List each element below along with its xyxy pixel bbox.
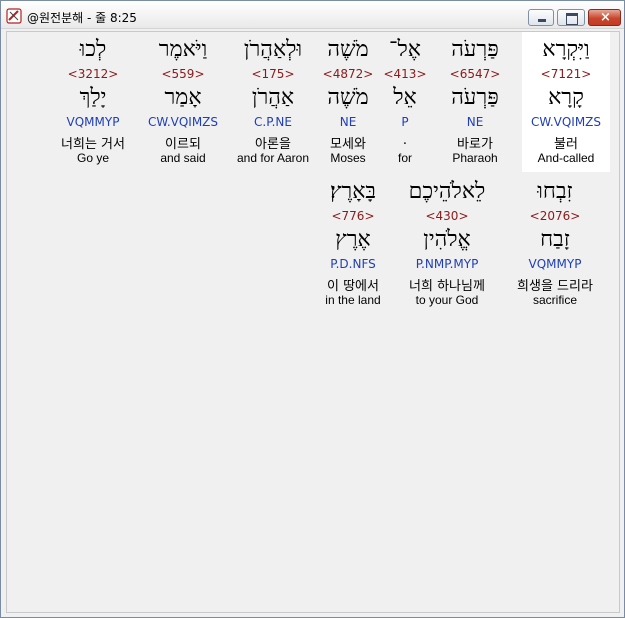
english-gloss: to your God [415,293,479,307]
word-card[interactable]: לֵאלֹהֵיכֶם <430> אֱלֹהִין P.NMP.MYP 너희 … [395,174,499,314]
parse-code: P.D.NFS [330,257,376,271]
korean-gloss: 너희는 거서 [61,137,125,152]
korean-gloss: 아론을 [255,137,291,152]
verse-panel[interactable]: וַיִּקְרָא <7121> קָרָא CW.VQIMZS 불러 And… [6,31,620,613]
english-gloss: in the land [325,293,381,307]
strong-number[interactable]: <2076> [511,209,599,223]
parse-code: CW.VQIMZS [530,115,602,129]
lemma-word: זָבַח [540,227,570,252]
parse-code: NE [339,115,357,129]
word-card[interactable]: וַיִּקְרָא <7121> קָרָא CW.VQIMZS 불러 And… [522,32,610,172]
korean-gloss: 희생을 드리라 [517,279,593,294]
korean-gloss: 이 땅에서 [327,279,379,294]
lemma-word: קָרָא [548,85,584,110]
parse-code: VQMMYP [528,257,582,271]
english-gloss: And-called [537,151,595,165]
parse-code: VQMMYP [66,115,120,129]
close-button[interactable]: × [588,9,621,26]
strong-number[interactable]: <4872> [304,67,392,81]
english-gloss: Moses [330,151,366,165]
title-bar[interactable]: @원전분해 - 줄 8:25 × [1,1,624,29]
strong-number[interactable]: <430> [395,209,499,223]
korean-gloss: 모세와 [330,137,366,152]
hebrew-word: בָּאָרֶץ׃ [329,179,377,204]
word-card[interactable]: מֹשֶׁה <4872> מֹשֶׁה NE 모세와 Moses [304,32,392,172]
strong-number[interactable]: <776> [309,209,397,223]
lemma-word: אֶרֶץ [335,227,371,252]
parse-code: CW.VQIMZS [147,115,219,129]
hebrew-word: לְכוּ [79,37,107,62]
word-card[interactable]: זִבְחוּ <2076> זָבַח VQMMYP 희생을 드리라 sacr… [511,174,599,314]
hebrew-word: וּלְאַהֲרֹן [243,37,303,62]
lemma-word: יָלַךְ [79,85,107,110]
lemma-word: אֱלֹהִין [423,227,471,252]
word-card[interactable]: לְכוּ <3212> יָלַךְ VQMMYP 너희는 거서 Go ye [49,32,137,172]
strong-number[interactable]: <7121> [522,67,610,81]
app-window: @원전분해 - 줄 8:25 × וַיִּקְרָא <7121> קָרָא… [0,0,625,618]
english-gloss: Go ye [76,151,109,165]
english-gloss: and for Aaron [236,151,310,165]
english-gloss: and said [160,151,206,165]
word-card[interactable]: בָּאָרֶץ׃ <776> אֶרֶץ P.D.NFS 이 땅에서 in t… [309,174,397,314]
window-title: @원전분해 - 줄 8:25 [27,11,137,25]
lemma-word: אַהֲרֹן [251,85,295,110]
lemma-word: מֹשֶׁה [327,85,369,110]
hebrew-word: לֵאלֹהֵיכֶם [408,179,486,204]
parse-code: C.P.NE [254,115,292,129]
lemma-word: אָמַר [164,85,202,110]
word-card[interactable]: וַיֹּאמֶר <559> אָמַר CW.VQIMZS 이르되 and … [139,32,227,172]
hebrew-word: וַיִּקְרָא [542,37,590,62]
hebrew-word: וַיֹּאמֶר [158,37,208,62]
strong-number[interactable]: <3212> [49,67,137,81]
hebrew-word: מֹשֶׁה [327,37,369,62]
english-gloss: sacrifice [532,293,577,307]
korean-gloss: 불러 [554,137,578,152]
korean-gloss: 너희 하나님께 [409,279,485,294]
word-card[interactable]: וּלְאַהֲרֹן <175> אַהֲרֹן C.P.NE 아론을 and… [229,32,317,172]
close-icon: × [600,10,611,25]
app-logo-icon [6,8,22,24]
korean-gloss: 이르되 [165,137,201,152]
strong-number[interactable]: <175> [229,67,317,81]
parse-code: P.NMP.MYP [415,257,479,271]
hebrew-word: זִבְחוּ [537,179,573,204]
strong-number[interactable]: <559> [139,67,227,81]
minimize-button[interactable] [528,9,554,26]
maximize-button[interactable] [557,9,585,26]
